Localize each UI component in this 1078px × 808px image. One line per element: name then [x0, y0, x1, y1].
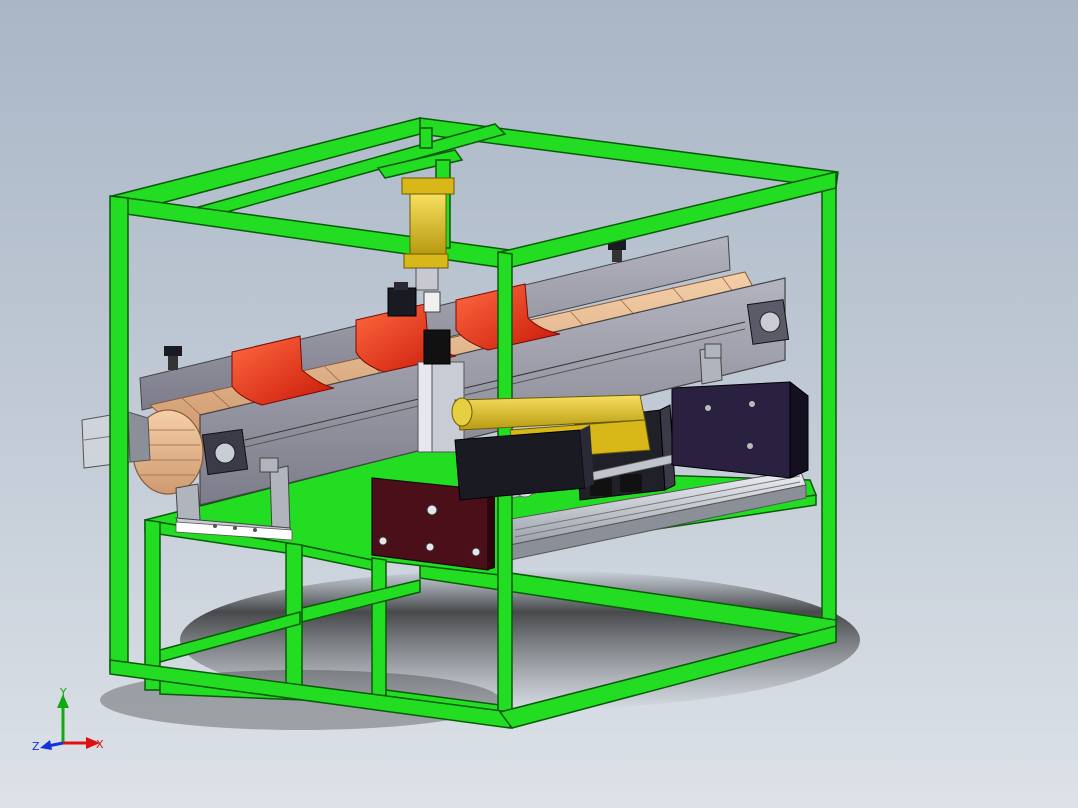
model-view[interactable]	[0, 0, 1078, 808]
x-axis-label: X	[96, 738, 104, 751]
graphics-viewport[interactable]: Y X Z	[0, 0, 1078, 808]
y-axis-label: Y	[59, 686, 67, 699]
z-axis-arrow	[40, 740, 52, 750]
z-axis-label: Z	[32, 740, 40, 753]
orientation-triad[interactable]: Y X Z	[30, 686, 110, 756]
